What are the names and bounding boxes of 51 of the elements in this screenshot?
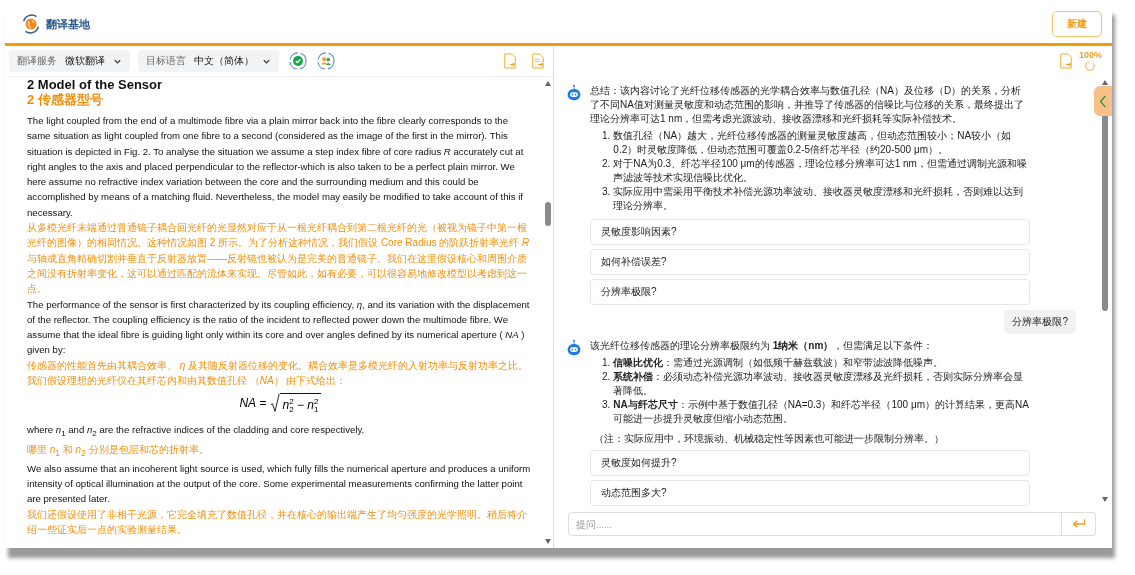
list-item-text: 数值孔径（NA）越大，光纤位移传感器的测量灵敏度越高，但动态范围较小；NA较小（如0.2）时灵敏度降低，但动态范围可覆盖0.2-5倍纤芯半径（约20-500 μm）。 (613, 129, 1013, 157)
user-message: 分辨率极限? (1004, 310, 1076, 334)
section-heading: 2 Model of the Sensor (27, 77, 164, 92)
translated-paragraph: 从多模光纤末端通过普通镜子耦合回光纤的光显然对应于从一根光纤耦合到第二根光纤的光（被视为镜子中第一根光纤的图像）的相同情况。这种情况如图 2 所示。为了分析这种情况，我们假设 Core Radius 的阶跃折射率光纤 R 与轴成直角精确切割并垂直于反射器放置——反射镜也被认为是完美的普通镜子。我们在这里假设核心和周围介质之间没有折射率变化，这可以通过匹配的流体来实现。尽管如此，如有必要，可以很容易地修改模型以考虑到这一点。 (27, 221, 531, 297)
bot-message: 总结：该内容讨论了光纤位移传感器的光学耦合效率与数值孔径（NA）及位移（D）的关系，分析了不同NA值对测量灵敏度和动态范围的影响，并推导了传感器的信噪比与位移的关系，最终提出了理论分辨率可达1 nm，但需考虑光源波动、接收器漂移和光纤损耗等实际补偿技术。 (590, 84, 1025, 126)
robot-icon (566, 84, 582, 102)
people-icon[interactable] (317, 52, 335, 70)
dropdown[interactable]: 目标语言 中文（简体） (138, 50, 279, 72)
enter-arrow-icon (1070, 518, 1087, 530)
app-title: 翻译基地 (46, 16, 90, 32)
translated-paragraph: 我们还假设使用了非相干光源，它完全填充了数值孔径，并在核心的输出端产生了均匀强度的光学照明。稍后将介绍一些证实后一点的实验测量结果。 (27, 507, 528, 538)
formula-text: NA = (239, 396, 267, 411)
list-number: 2. (602, 157, 611, 171)
list-item-text: NA与纤芯尺寸：示例中基于数值孔径（NA=0.3）和纤芯半径（100 μm）的计算结果，更高NA可能进一步提升灵敏度但缩小动态范围。 (613, 398, 1030, 426)
send-button[interactable] (1062, 512, 1096, 536)
robot-icon (566, 339, 582, 357)
suggested-question[interactable]: 如何补偿误差? (590, 249, 1030, 275)
suggested-question[interactable]: 灵敏度如何提升? (590, 450, 1030, 476)
note-text: （注：实际应用中，环境振动、机械稳定性等因素也可能进一步限制分辨率。） (594, 432, 945, 446)
document-export-icon[interactable] (531, 53, 545, 69)
reset-icon[interactable] (1084, 59, 1097, 72)
suggested-question[interactable]: 灵敏度影响因素? (590, 219, 1030, 245)
source-paragraph: The light coupled from the end of a multimode fibre via a plain mirror back into the fibre clearly corresponds to the same situation as light coupled from one fibre to a second (considered as the image of the first in the mirror). This situation is depicted in Fig. 2. To analyse the situation we assume a step index fibre of core radius R accurately cut at right angles to the axis and placed perpendicular to the reflector-which is also taken to be a perfect plain mirror. We here assume no refractive index variation between the core and the surrounding medium and this could be accomplished by means of a matching fluid. Nevertheless, the model may easily be modified to take account of this if necessary. (27, 114, 525, 220)
question-input[interactable]: 提问...... (568, 512, 1062, 536)
square-root-sign-icon (270, 392, 281, 415)
list-number: 3. (602, 398, 611, 412)
chevron-left-icon (1099, 94, 1107, 108)
translated-paragraph: 哪里 n$_{1}$ 和 n$_{2}$ 分别是包层和芯的折射率。 (27, 442, 210, 460)
check-icon[interactable] (289, 52, 307, 70)
source-paragraph: We also assume that an incoherent light source is used, which fully fills the numerical aperture and produces a uniform intensity of optical illumination at the output of the core. Some experimental measurements confirming the latter point are presented later. (27, 461, 532, 507)
translated-paragraph: 传感器的性能首先由其耦合效率、 η 及其随反射器位移的变化。耦合效率是多模光纤的入射功率与反射功率之比。我们假设理想的光纤仅在其纤芯内和由其数值孔径 （NA） 由下式给出： (27, 358, 530, 389)
bot-message: 该光纤位移传感器的理论分辨率极限约为 1纳米（nm），但需满足以下条件： (590, 339, 935, 353)
source-paragraph: The performance of the sensor is first characterized by its coupling efficiency, η, and its variation with the displacement of the reflector. The coupling efficiency is the ratio of the incident to reflected power down the multimode fibre. We assume that the ideal fibre is guiding light only within its core and over angles defined by its numerical aperture ( NA ) given by: (27, 297, 531, 358)
zoom-level: 100% (1078, 50, 1102, 60)
list-number: 1. (602, 129, 611, 143)
document-export-icon[interactable] (503, 53, 517, 69)
list-item-text: 信噪比优化：需通过光源调制（如低频千赫兹载波）和窄带滤波降低噪声。 (613, 356, 944, 370)
list-number: 2. (602, 370, 611, 384)
section-heading: 2 传感器型号 (27, 92, 104, 107)
list-item-text: 对于NA为0.3、纤芯半径100 μm的传感器，理论位移分辨率可达1 nm，但需通过调制光源和噪声滤波等技术实现信噪比优化。 (613, 157, 1028, 185)
list-item-text: 实际应用中需采用平衡技术补偿光源功率波动、接收器灵敏度漂移和光纤损耗，否则难以达到理论分辨率。 (613, 185, 1025, 213)
suggested-question[interactable]: 分辨率极限? (590, 279, 1030, 305)
dropdown[interactable]: 翻译服务 微软翻译 (9, 50, 130, 72)
collapse-tab[interactable] (1094, 86, 1112, 116)
source-paragraph: where n$_{1}$ and n$_{2}$ are the refractive indices of the cladding and core respectively. (27, 423, 366, 441)
document-export-icon[interactable] (1058, 53, 1073, 69)
list-number: 1. (602, 356, 611, 370)
suggested-question[interactable]: 动态范围多大? (590, 480, 1030, 506)
list-number: 3. (602, 185, 611, 199)
globe-logo-icon (20, 13, 42, 35)
list-item-text: 系统补偿：必须动态补偿光源功率波动、接收器灵敏度漂移及光纤损耗，否则实际分辨率会显著降低。 (613, 370, 1025, 398)
